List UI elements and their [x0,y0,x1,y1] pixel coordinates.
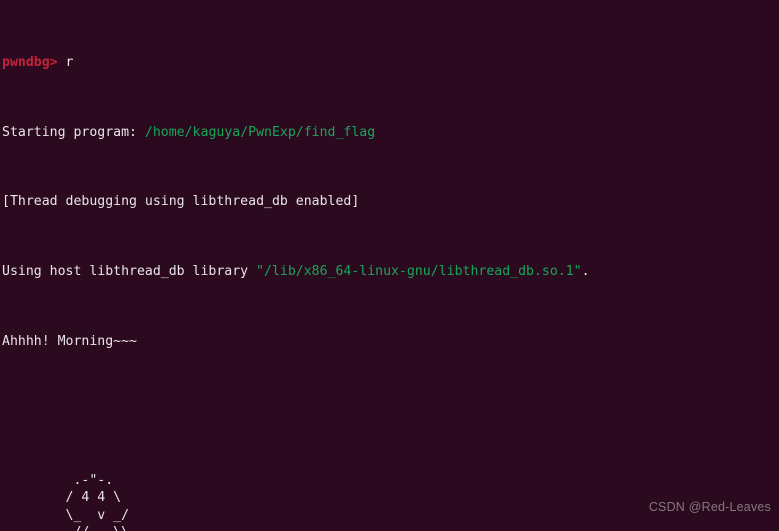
shell-prompt: pwndbg> [2,55,58,71]
terminal-window[interactable]: pwndbg> r Starting program: /home/kaguya… [0,0,779,531]
using-host-path: "/lib/x86_64-linux-gnu/libthread_db.so.1… [256,264,582,280]
using-host-tail: . [581,264,590,280]
terminal-screen: pwndbg> r Starting program: /home/kaguya… [2,2,779,531]
greeting-line: Ahhhh! Morning~~~ [2,333,779,350]
using-host-line: Using host libthread_db library "/lib/x8… [2,263,779,280]
starting-program-line: Starting program: /home/kaguya/PwnExp/fi… [2,124,779,141]
thread-debugging-text: [Thread debugging using libthread_db ena… [2,194,360,210]
starting-program-path: /home/kaguya/PwnExp/find_flag [144,124,376,140]
greeting-text: Ahhhh! Morning~~~ [2,333,137,349]
starting-program-label: Starting program: [2,124,145,140]
thread-debugging-line: [Thread debugging using libthread_db ena… [2,193,779,210]
watermark-label: CSDN @Red-Leaves [648,500,771,514]
prompt-command: r [57,55,74,71]
prompt-line: pwndbg> r [2,54,779,71]
using-host-label: Using host libthread_db library [2,264,257,280]
